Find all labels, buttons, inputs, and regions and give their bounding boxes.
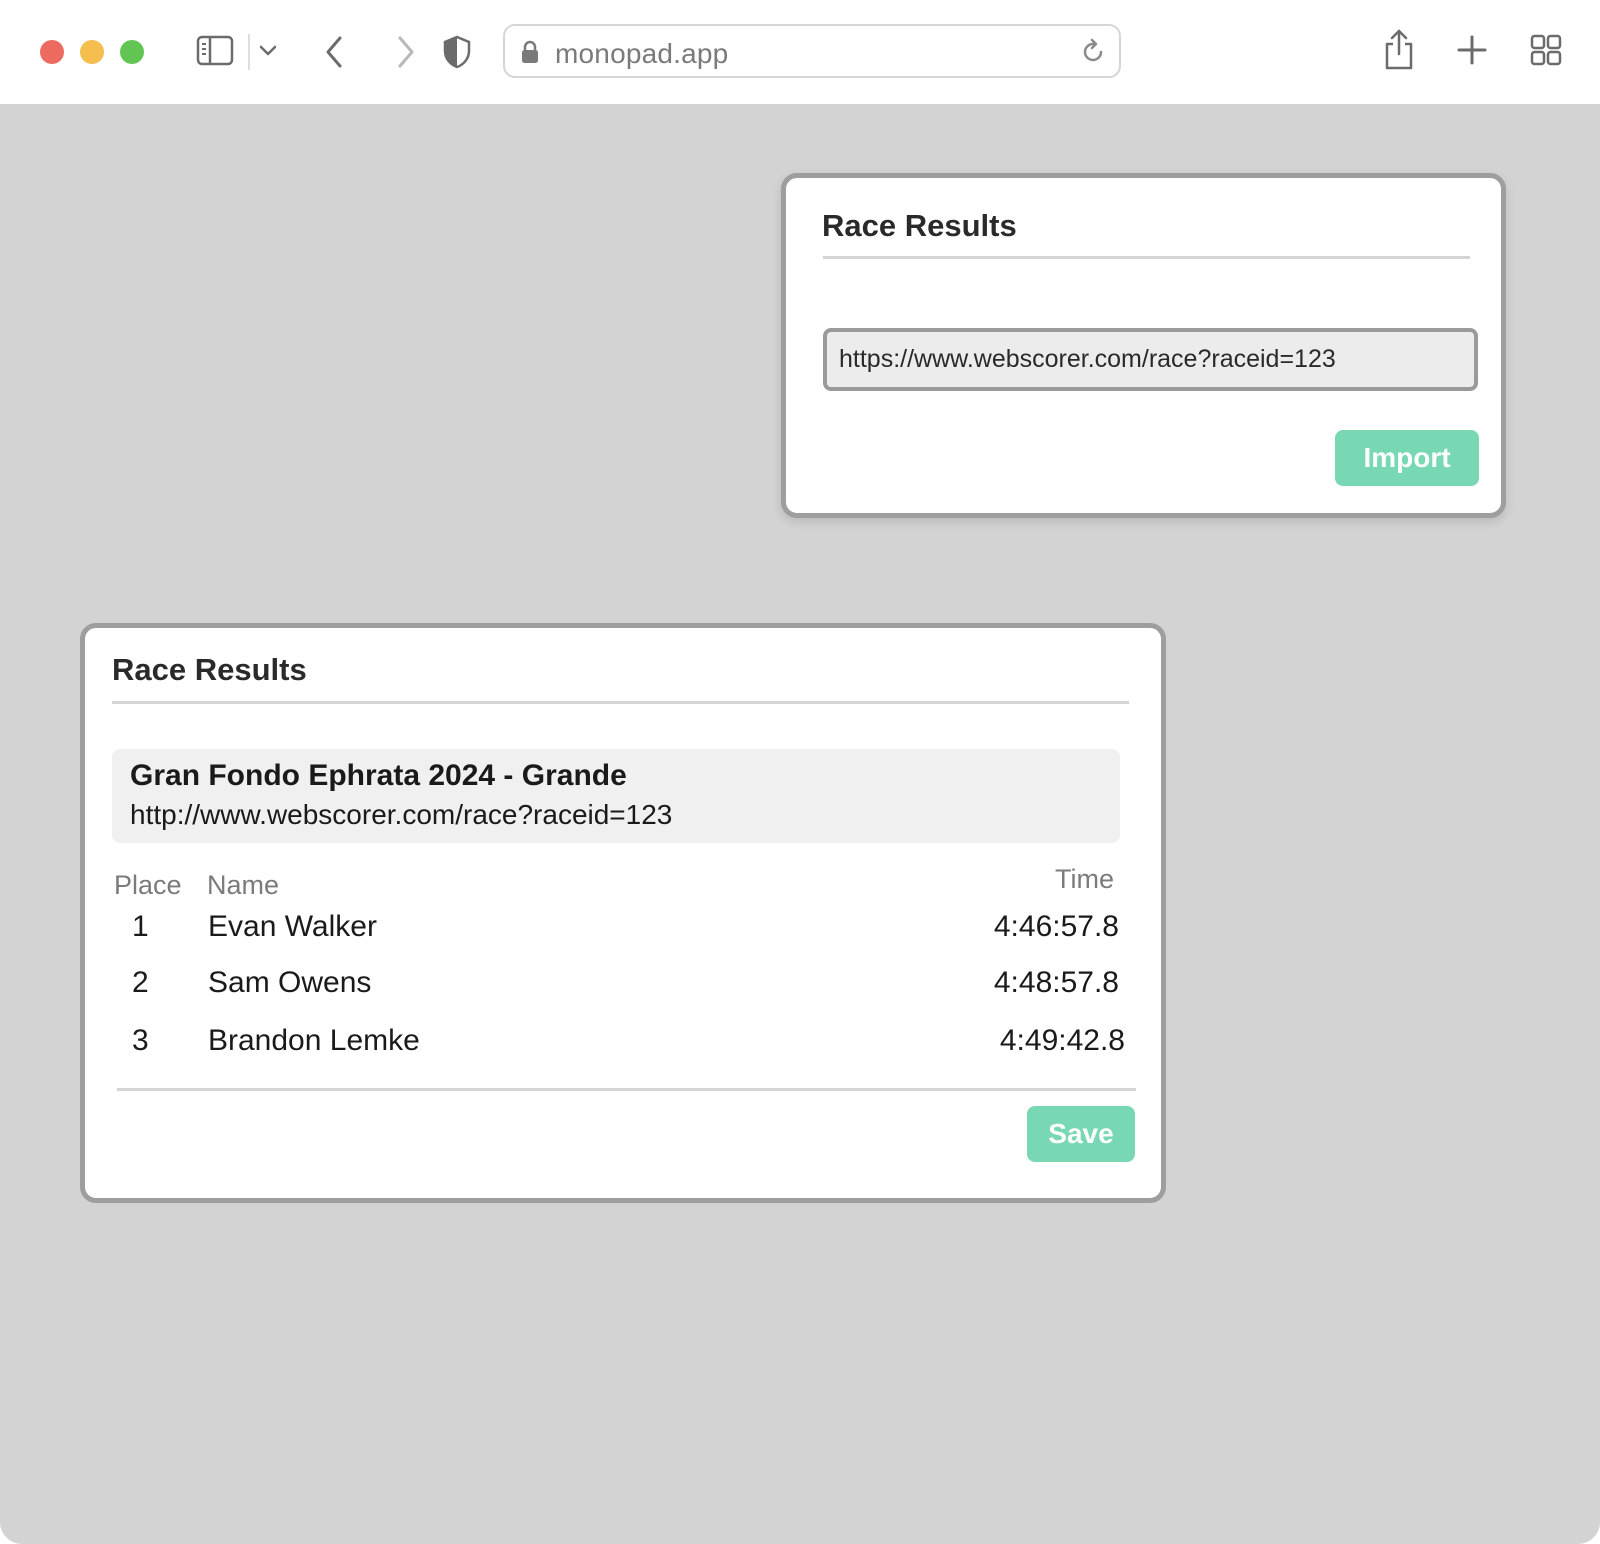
sidebar-toggle-icon[interactable] <box>196 34 236 68</box>
new-tab-icon[interactable] <box>1456 34 1488 66</box>
row-place: 3 <box>132 1024 149 1057</box>
tab-overview-icon[interactable] <box>1530 34 1562 66</box>
reload-icon[interactable] <box>1079 38 1107 66</box>
page-content: Race Results Import Race Results Gran Fo… <box>0 104 1600 1544</box>
browser-toolbar: monopad.app <box>0 0 1600 104</box>
column-header-name: Name <box>207 870 280 900</box>
row-place: 2 <box>132 966 149 999</box>
race-url-input[interactable] <box>823 328 1478 391</box>
forward-arrow-icon[interactable] <box>394 34 418 70</box>
import-button[interactable]: Import <box>1335 430 1479 486</box>
results-card-title: Race Results <box>112 652 307 687</box>
lock-icon <box>522 40 538 63</box>
row-name: Sam Owens <box>208 966 372 999</box>
chevron-down-icon[interactable] <box>258 44 278 58</box>
address-url: monopad.app <box>555 38 729 69</box>
import-card: Race Results Import <box>781 173 1506 518</box>
save-button[interactable]: Save <box>1027 1106 1135 1162</box>
share-icon[interactable] <box>1382 28 1416 72</box>
zoom-window-button[interactable] <box>120 40 144 64</box>
column-header-time: Time <box>1055 864 1114 894</box>
import-card-divider <box>823 256 1470 259</box>
row-time: 4:49:42.8 <box>999 1024 1125 1057</box>
address-bar[interactable]: monopad.app <box>503 24 1121 78</box>
privacy-shield-icon[interactable] <box>442 34 472 70</box>
close-window-button[interactable] <box>40 40 64 64</box>
race-info-box: Gran Fondo Ephrata 2024 - Grande http://… <box>112 749 1120 843</box>
row-time: 4:48:57.8 <box>993 966 1119 999</box>
row-place: 1 <box>132 910 149 943</box>
back-arrow-icon[interactable] <box>322 34 346 70</box>
row-name: Brandon Lemke <box>208 1024 420 1057</box>
toolbar-separator <box>248 34 250 70</box>
row-name: Evan Walker <box>208 910 377 943</box>
race-name: Gran Fondo Ephrata 2024 - Grande <box>130 759 627 792</box>
race-url: http://www.webscorer.com/race?raceid=123 <box>130 799 673 830</box>
browser-window: monopad.app Race Results https://www.web… <box>0 0 1600 1544</box>
row-time: 4:46:57.8 <box>993 910 1119 943</box>
import-card-title: Race Results <box>822 208 1017 243</box>
results-table-divider <box>117 1088 1136 1091</box>
results-card: Race Results Gran Fondo Ephrata 2024 - G… <box>80 623 1166 1203</box>
minimize-window-button[interactable] <box>80 40 104 64</box>
column-header-place: Place <box>114 870 182 900</box>
results-card-divider <box>112 701 1129 704</box>
